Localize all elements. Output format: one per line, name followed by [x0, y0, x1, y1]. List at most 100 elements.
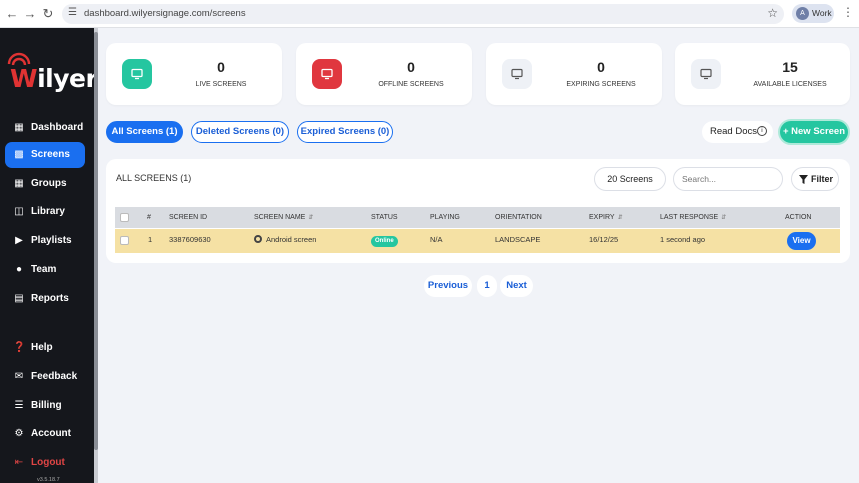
sidebar-item-label: Billing	[31, 400, 62, 411]
stat-label: EXPIRING SCREENS	[566, 81, 636, 88]
sidebar-item-reports[interactable]: ▤ Reports	[5, 286, 85, 312]
header-screen-name[interactable]: SCREEN NAME ⇵	[254, 214, 313, 221]
header-expiry-label: EXPIRY	[589, 214, 615, 221]
pagination-next[interactable]: Next	[500, 275, 533, 297]
read-docs-button[interactable]: Read Docs i	[702, 121, 773, 143]
screens-table-panel: ALL SCREENS (1) 20 Screens Filter # SCRE…	[106, 159, 850, 263]
dashboard-icon: ▦	[14, 122, 24, 133]
row-expiry: 16/12/25	[589, 235, 619, 244]
header-last-response[interactable]: LAST RESPONSE ⇵	[660, 214, 726, 221]
sidebar-item-label: Help	[31, 342, 53, 353]
row-orientation: LANDSCAPE	[495, 235, 541, 244]
row-last-response: 1 second ago	[660, 235, 706, 244]
row-screen-name-label: Android screen	[266, 235, 317, 244]
new-screen-button[interactable]: + New Screen	[778, 119, 850, 145]
table-row[interactable]: 1 3387609630 Android screen Online N/A L…	[115, 229, 840, 253]
tab-all-screens[interactable]: All Screens (1)	[106, 121, 183, 143]
sidebar-item-feedback[interactable]: ✉ Feedback	[5, 364, 85, 390]
monitor-icon	[502, 59, 532, 89]
filter-icon	[799, 175, 808, 184]
row-num: 1	[148, 235, 153, 244]
sidebar-item-label: Account	[31, 428, 71, 439]
header-playing: PLAYING	[430, 214, 460, 221]
header-num: #	[147, 214, 151, 221]
logo-text-rest: ilyer	[37, 64, 98, 93]
profile-label: Work	[812, 8, 832, 18]
logout-icon: ⇤	[14, 457, 24, 468]
sidebar-item-account[interactable]: ⚙ Account	[5, 421, 85, 447]
stat-card-live: 0 LIVE SCREENS	[106, 43, 282, 105]
tab-expired-screens[interactable]: Expired Screens (0)	[297, 121, 393, 143]
forward-arrow-icon[interactable]: →	[22, 5, 38, 23]
sidebar-item-label: Reports	[31, 293, 69, 304]
sort-icon[interactable]: ⇵	[308, 214, 313, 221]
row-screen-id: 3387609630	[169, 235, 211, 244]
sort-icon[interactable]: ⇵	[721, 214, 726, 221]
sidebar-item-logout[interactable]: ⇤ Logout	[5, 450, 85, 476]
playlist-icon: ▶	[15, 235, 23, 246]
back-arrow-icon[interactable]: ←	[4, 5, 20, 23]
row-checkbox[interactable]	[120, 236, 129, 245]
address-bar[interactable]: ☰ dashboard.wilyersignage.com/screens ☆	[62, 4, 784, 24]
site-settings-icon[interactable]: ☰	[68, 7, 77, 18]
stat-label: AVAILABLE LICENSES	[753, 81, 827, 88]
sidebar-item-billing[interactable]: ☰ Billing	[5, 393, 85, 419]
sidebar-item-groups[interactable]: ▦ Groups	[5, 171, 85, 197]
sidebar-item-help[interactable]: ❓ Help	[5, 335, 85, 361]
monitor-icon	[312, 59, 342, 89]
row-playing: N/A	[430, 235, 443, 244]
sort-icon[interactable]: ⇵	[618, 214, 623, 221]
header-screen-name-label: SCREEN NAME	[254, 214, 306, 221]
profile-button[interactable]: A Work	[792, 4, 834, 23]
monitor-icon	[122, 59, 152, 89]
stat-card-expiring: 0 EXPIRING SCREENS	[486, 43, 662, 105]
app-version: v3.5.18.7	[37, 477, 60, 483]
feedback-icon: ✉	[14, 371, 24, 382]
library-icon: ◫	[14, 206, 24, 217]
header-expiry[interactable]: EXPIRY ⇵	[589, 214, 623, 221]
stat-value: 0	[217, 59, 225, 75]
table-header: # SCREEN ID SCREEN NAME ⇵ STATUS PLAYING …	[115, 207, 840, 228]
header-status: STATUS	[371, 214, 398, 221]
sidebar-item-label: Library	[31, 206, 65, 217]
grid-icon: ▦	[14, 178, 24, 189]
gear-icon: ⚙	[14, 428, 24, 439]
info-icon: i	[757, 126, 767, 136]
header-screen-id: SCREEN ID	[169, 214, 208, 221]
sidebar: Wilyer ▦ Dashboard ▩ Screens ▦ Groups ◫ …	[0, 28, 98, 483]
table-title: ALL SCREENS (1)	[116, 173, 192, 183]
sidebar-item-dashboard[interactable]: ▦ Dashboard	[5, 115, 85, 141]
select-all-checkbox[interactable]	[120, 213, 129, 222]
kebab-menu-icon[interactable]: ⋮	[842, 5, 854, 19]
view-button[interactable]: View	[787, 232, 816, 250]
url-text[interactable]: dashboard.wilyersignage.com/screens	[84, 8, 246, 19]
sidebar-item-library[interactable]: ◫ Library	[5, 199, 85, 225]
sidebar-item-label: Playlists	[31, 235, 72, 246]
search-input[interactable]	[673, 167, 783, 191]
bookmark-star-icon[interactable]: ☆	[767, 6, 778, 20]
reload-icon[interactable]: ↻	[40, 5, 56, 23]
screens-count-select[interactable]: 20 Screens	[594, 167, 666, 191]
wilyer-logo[interactable]: Wilyer	[6, 50, 98, 100]
stat-value: 0	[597, 59, 605, 75]
read-docs-label: Read Docs	[710, 126, 757, 137]
filter-label: Filter	[811, 174, 834, 184]
header-last-response-label: LAST RESPONSE	[660, 214, 719, 221]
stat-value: 0	[407, 59, 415, 75]
pagination-page-1[interactable]: 1	[477, 275, 497, 297]
sidebar-scrollbar-thumb[interactable]	[94, 32, 98, 450]
header-action: ACTION	[785, 214, 812, 221]
monitor-icon: ▩	[14, 149, 24, 160]
tab-deleted-screens[interactable]: Deleted Screens (0)	[191, 121, 289, 143]
sidebar-item-team[interactable]: ● Team	[5, 257, 85, 283]
sidebar-item-label: Screens	[31, 149, 70, 160]
row-screen-name: Android screen	[254, 235, 316, 244]
cart-icon: ☰	[14, 400, 24, 411]
android-icon	[254, 235, 262, 243]
browser-toolbar: ← → ↻ ☰ dashboard.wilyersignage.com/scre…	[0, 0, 859, 28]
report-icon: ▤	[14, 293, 24, 304]
sidebar-item-screens[interactable]: ▩ Screens	[5, 142, 85, 168]
sidebar-item-playlists[interactable]: ▶ Playlists	[5, 228, 85, 254]
pagination-previous[interactable]: Previous	[424, 275, 472, 297]
filter-button[interactable]: Filter	[791, 167, 839, 191]
